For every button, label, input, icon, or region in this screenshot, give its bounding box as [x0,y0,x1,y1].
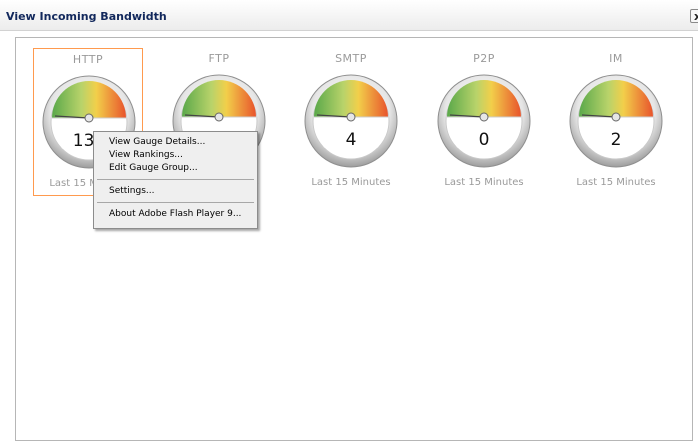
window-title: View Incoming Bandwidth [6,10,167,23]
menu-item-edit-gauge-group[interactable]: Edit Gauge Group... [94,162,257,175]
gauge-dial [304,74,398,168]
gauge-dial [569,74,663,168]
gauge-value: 0 [478,130,490,150]
menu-item-settings[interactable]: Settings... [94,185,257,198]
gauge-label: SMTP [335,52,367,65]
gauge-timespan-label: Last 15 Minutes [311,177,391,188]
gauge-timespan-label: Last 15 Minutes [576,177,656,188]
gauge-p2p[interactable]: P2P 0 Last 15 Minutes [429,48,539,196]
gauge-label: FTP [208,52,230,65]
menu-item-about-flash[interactable]: About Adobe Flash Player 9... [94,208,257,221]
title-bar: View Incoming Bandwidth x [0,0,698,31]
gauge-value: 4 [345,130,357,150]
menu-divider [97,179,254,180]
gauge-timespan-label: Last 15 Minutes [444,177,524,188]
menu-divider [97,202,254,203]
menu-item-view-rankings[interactable]: View Rankings... [94,149,257,162]
gauge-value: 2 [610,130,622,150]
gauge-dial [437,74,531,168]
gauge-label: P2P [473,52,495,65]
gauge-im[interactable]: IM 2 Last 15 Minutes [561,48,671,196]
context-menu: View Gauge Details... View Rankings... E… [93,131,258,229]
close-icon[interactable]: x [690,9,698,23]
gauge-smtp[interactable]: SMTP 4 Last 15 Minutes [296,48,406,196]
gauge-label: HTTP [72,53,104,66]
gauge-label: IM [609,52,623,65]
menu-item-view-gauge-details[interactable]: View Gauge Details... [94,136,257,149]
